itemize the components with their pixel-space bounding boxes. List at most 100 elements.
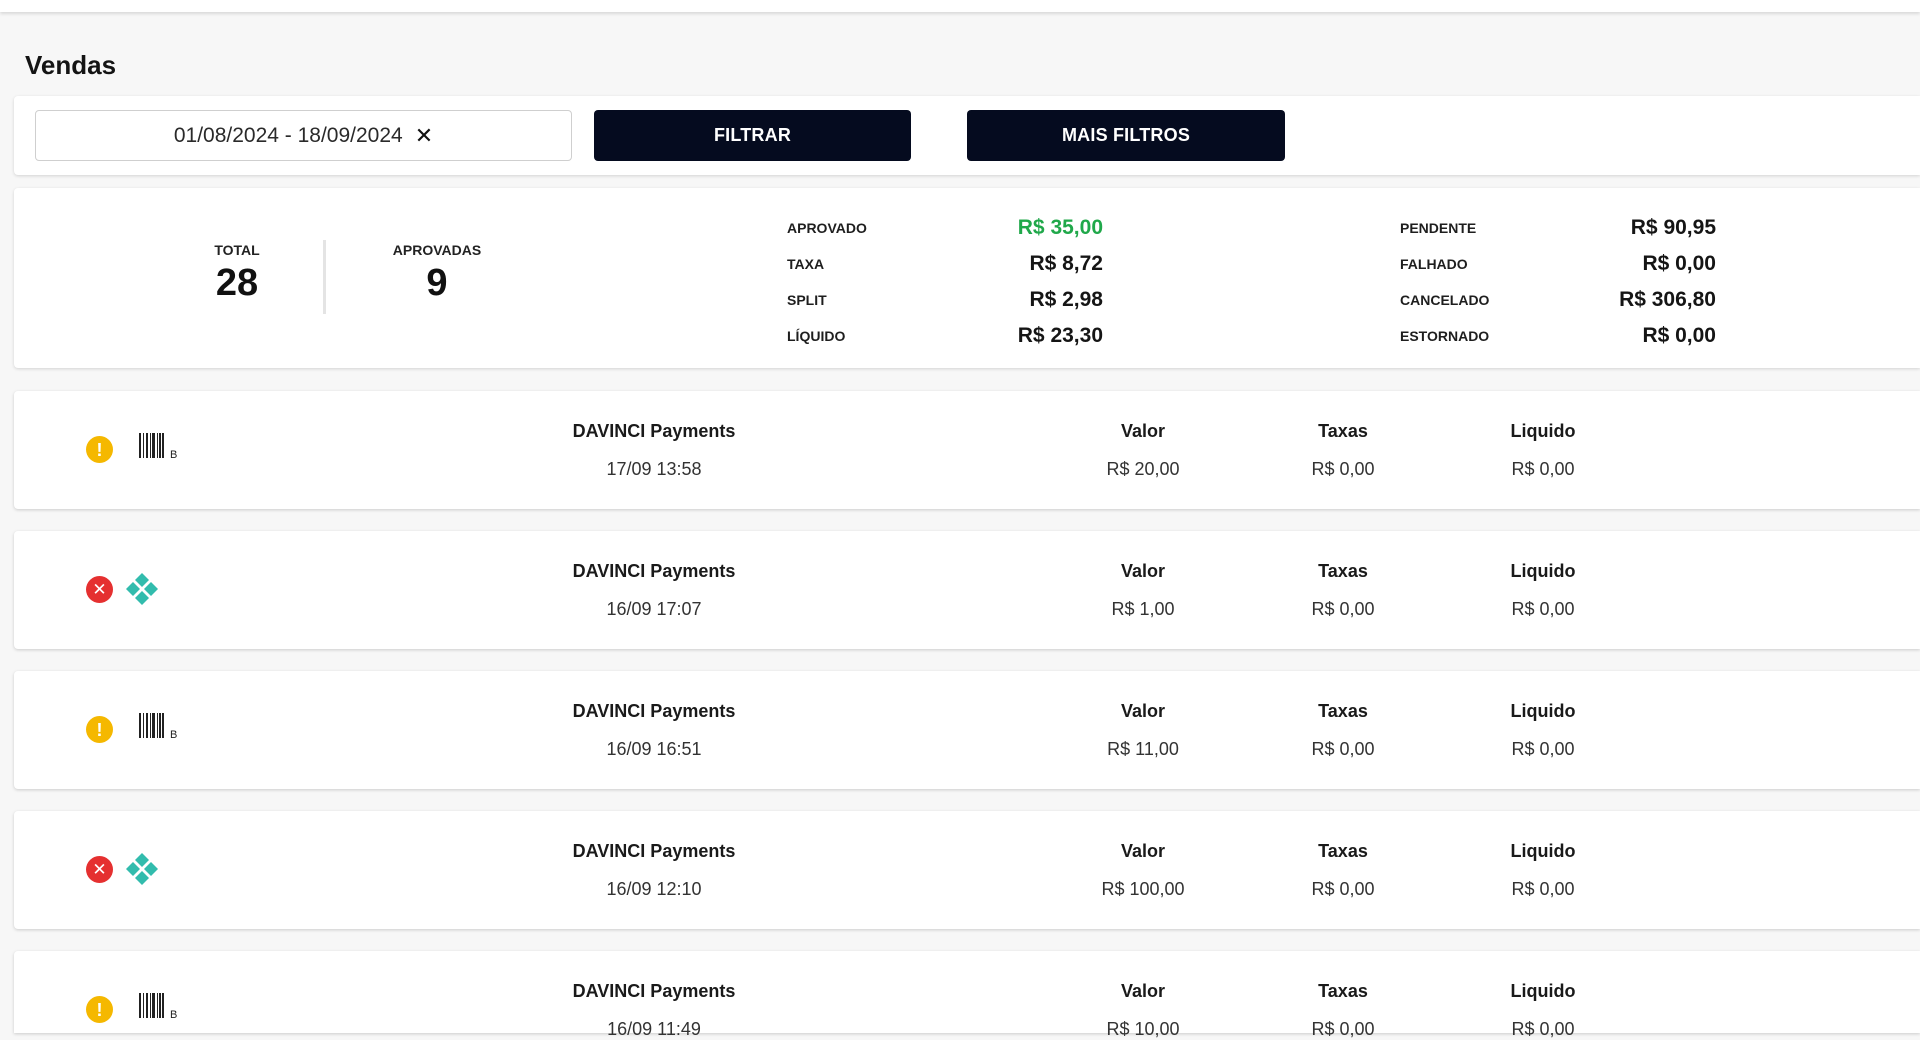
valor-header: Valor xyxy=(1120,841,1166,861)
summary-value: R$ 90,95 xyxy=(1630,216,1716,239)
summary-row-falhado: FALHADO R$ 0,00 xyxy=(1400,246,1716,282)
transaction-date: 16/09 11:49 xyxy=(607,1019,701,1039)
date-range-field[interactable]: 01/08/2024 - 18/09/2024 ✕ xyxy=(35,110,572,161)
summary-label: LÍQUIDO xyxy=(787,328,846,344)
summary-value: R$ 8,72 xyxy=(1029,252,1103,275)
valor-value: R$ 10,00 xyxy=(1106,1019,1180,1039)
taxas-value: R$ 0,00 xyxy=(1311,879,1375,899)
top-header-bar xyxy=(0,0,1920,12)
filter-bar: 01/08/2024 - 18/09/2024 ✕ FILTRAR MAIS F… xyxy=(14,96,1920,175)
summary-row-aprovado: APROVADO R$ 35,00 xyxy=(787,210,1103,246)
boleto-letter: B xyxy=(170,729,177,741)
summary-value: R$ 23,30 xyxy=(1017,324,1103,347)
summary-label: PENDENTE xyxy=(1400,220,1477,236)
valor-header: Valor xyxy=(1120,561,1166,581)
taxas-header: Taxas xyxy=(1318,981,1368,1001)
merchant-name: DAVINCI Payments xyxy=(572,701,736,721)
summary-label: TAXA xyxy=(787,256,825,272)
taxas-header: Taxas xyxy=(1318,701,1368,721)
sales-summary: TOTAL 28 APROVADAS 9 APROVADO R$ 35,00 T… xyxy=(14,188,1920,368)
summary-label: CANCELADO xyxy=(1400,292,1490,308)
pix-icon xyxy=(124,571,164,612)
clear-date-icon[interactable]: ✕ xyxy=(415,123,433,149)
taxas-header: Taxas xyxy=(1318,421,1368,441)
summary-value: R$ 35,00 xyxy=(1017,216,1103,239)
transaction-date: 16/09 16:51 xyxy=(606,739,702,759)
taxas-value: R$ 0,00 xyxy=(1311,1019,1375,1039)
boleto-letter: B xyxy=(170,1009,177,1021)
liquido-value: R$ 0,00 xyxy=(1511,459,1575,479)
boleto-icon: B xyxy=(124,991,180,1026)
transaction-row[interactable]: ! B DAVINCI Payments 16/09 11:49 Valor R… xyxy=(14,951,1920,1039)
boleto-icon: B xyxy=(124,431,180,466)
transaction-row[interactable]: ✕ DAVINCI Payments 16/09 12:10 Valor R$ … xyxy=(14,811,1920,929)
taxas-header: Taxas xyxy=(1318,841,1368,861)
stat-divider xyxy=(323,240,326,314)
merchant-name: DAVINCI Payments xyxy=(572,981,736,1001)
valor-value: R$ 1,00 xyxy=(1111,599,1175,619)
summary-row-estornado: ESTORNADO R$ 0,00 xyxy=(1400,318,1716,354)
pix-icon xyxy=(124,851,164,892)
approved-label: APROVADAS xyxy=(392,242,482,258)
approved-value: 9 xyxy=(426,262,448,304)
total-stat: TOTAL 28 xyxy=(164,242,310,305)
summary-value: R$ 0,00 xyxy=(1642,324,1716,347)
error-icon: ✕ xyxy=(86,576,113,603)
boleto-icon: B xyxy=(124,711,180,746)
summary-label: FALHADO xyxy=(1400,256,1468,272)
liquido-header: Liquido xyxy=(1510,841,1576,861)
liquido-value: R$ 0,00 xyxy=(1511,739,1575,759)
date-range-value: 01/08/2024 - 18/09/2024 xyxy=(173,123,403,147)
valor-value: R$ 11,00 xyxy=(1107,739,1179,759)
warning-icon: ! xyxy=(86,436,113,463)
liquido-header: Liquido xyxy=(1510,701,1576,721)
liquido-header: Liquido xyxy=(1510,421,1576,441)
page-title: Vendas xyxy=(25,50,117,80)
taxas-value: R$ 0,00 xyxy=(1311,599,1375,619)
liquido-value: R$ 0,00 xyxy=(1511,599,1575,619)
summary-row-taxa: TAXA R$ 8,72 xyxy=(787,246,1103,282)
summary-amounts-col1: APROVADO R$ 35,00 TAXA R$ 8,72 SPLIT R$ … xyxy=(787,210,1103,354)
taxas-value: R$ 0,00 xyxy=(1311,739,1375,759)
taxas-header: Taxas xyxy=(1318,561,1368,581)
merchant-name: DAVINCI Payments xyxy=(572,841,736,861)
valor-header: Valor xyxy=(1120,421,1166,441)
transaction-row[interactable]: ! B DAVINCI Payments 17/09 13:58 Valor R… xyxy=(14,391,1920,509)
summary-row-cancelado: CANCELADO R$ 306,80 xyxy=(1400,282,1716,318)
liquido-header: Liquido xyxy=(1510,561,1576,581)
taxas-value: R$ 0,00 xyxy=(1311,459,1375,479)
summary-row-split: SPLIT R$ 2,98 xyxy=(787,282,1103,318)
approved-stat: APROVADAS 9 xyxy=(364,242,510,305)
valor-header: Valor xyxy=(1120,701,1166,721)
merchant-name: DAVINCI Payments xyxy=(572,421,736,441)
transaction-date: 16/09 12:10 xyxy=(606,879,702,899)
valor-value: R$ 100,00 xyxy=(1101,879,1185,899)
valor-header: Valor xyxy=(1120,981,1166,1001)
summary-row-pendente: PENDENTE R$ 90,95 xyxy=(1400,210,1716,246)
transaction-row[interactable]: ! B DAVINCI Payments 16/09 16:51 Valor R… xyxy=(14,671,1920,789)
transaction-date: 17/09 13:58 xyxy=(606,459,702,479)
summary-label: ESTORNADO xyxy=(1400,328,1490,344)
total-value: 28 xyxy=(215,262,259,304)
error-icon: ✕ xyxy=(86,856,113,883)
valor-value: R$ 20,00 xyxy=(1106,459,1180,479)
liquido-value: R$ 0,00 xyxy=(1511,1019,1575,1039)
summary-value: R$ 2,98 xyxy=(1029,288,1103,311)
summary-value: R$ 306,80 xyxy=(1619,288,1716,311)
summary-label: SPLIT xyxy=(787,292,827,308)
summary-row-liquido: LÍQUIDO R$ 23,30 xyxy=(787,318,1103,354)
liquido-value: R$ 0,00 xyxy=(1511,879,1575,899)
summary-value: R$ 0,00 xyxy=(1642,252,1716,275)
transaction-row[interactable]: ✕ DAVINCI Payments 16/09 17:07 Valor R$ … xyxy=(14,531,1920,649)
liquido-header: Liquido xyxy=(1510,981,1576,1001)
summary-amounts-col2: PENDENTE R$ 90,95 FALHADO R$ 0,00 CANCEL… xyxy=(1400,210,1716,354)
summary-label: APROVADO xyxy=(787,220,867,236)
more-filters-button[interactable]: MAIS FILTROS xyxy=(967,110,1285,161)
warning-icon: ! xyxy=(86,996,113,1023)
merchant-name: DAVINCI Payments xyxy=(572,561,736,581)
total-label: TOTAL xyxy=(214,242,260,258)
transaction-date: 16/09 17:07 xyxy=(606,599,702,619)
boleto-letter: B xyxy=(170,449,177,461)
warning-icon: ! xyxy=(86,716,113,743)
filter-button[interactable]: FILTRAR xyxy=(594,110,911,161)
